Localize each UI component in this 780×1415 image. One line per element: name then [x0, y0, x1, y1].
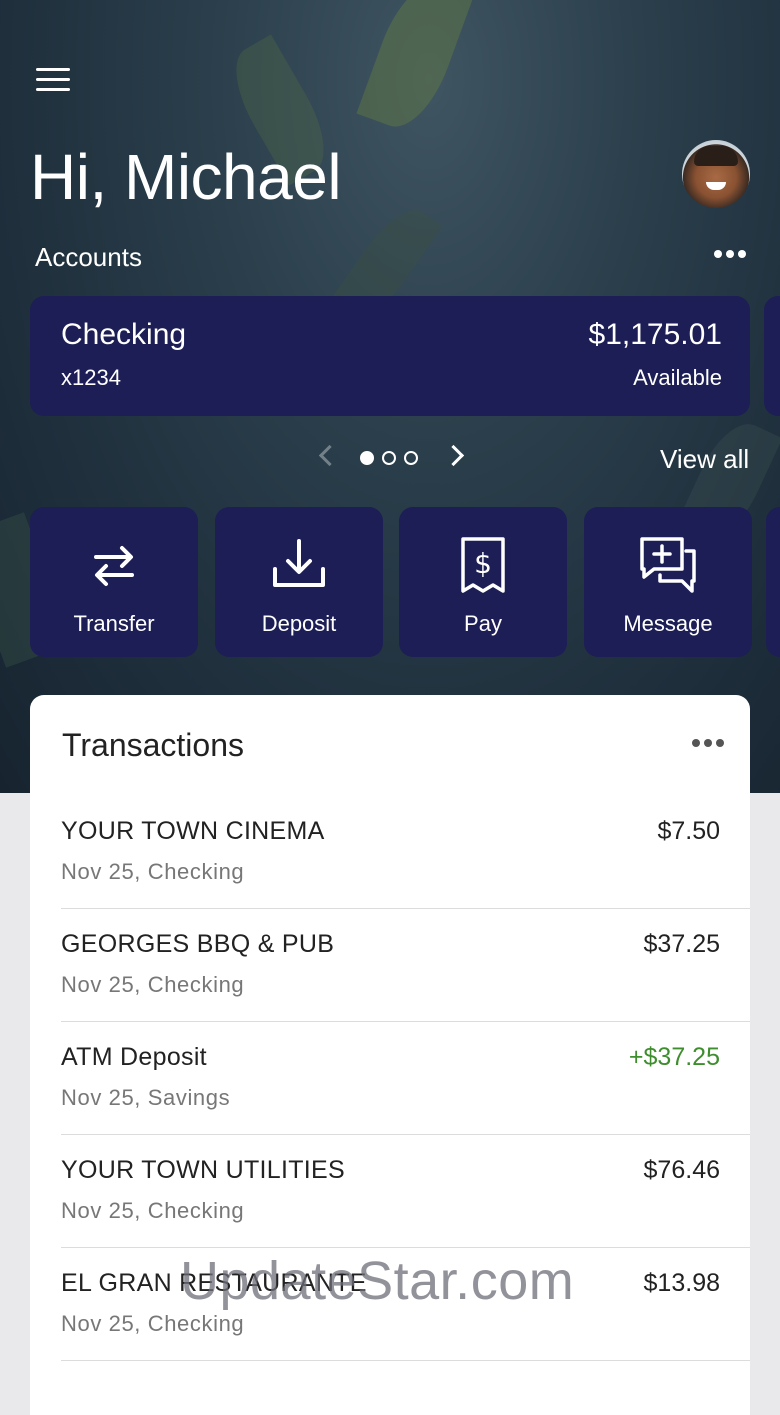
deposit-label: Deposit [261, 611, 337, 636]
account-number: x1234 [61, 365, 121, 390]
pay-label: Pay [464, 611, 502, 636]
pager-dot[interactable] [404, 451, 418, 465]
transactions-title: Transactions [62, 727, 244, 763]
avatar[interactable] [682, 140, 750, 208]
transaction-amount: $37.25 [643, 930, 720, 958]
transaction-amount: +$37.25 [628, 1043, 720, 1071]
account-pager [312, 440, 472, 476]
transaction-date-account: Nov 25, Checking [61, 1198, 245, 1223]
pager-dot[interactable] [360, 451, 374, 465]
transaction-row[interactable]: GEORGES BBQ & PUB Nov 25, Checking $37.2… [61, 908, 750, 1022]
message-button[interactable]: Message [584, 507, 752, 657]
transfer-arrows-icon [94, 546, 134, 586]
transaction-row[interactable]: YOUR TOWN UTILITIES Nov 25, Checking $76… [61, 1134, 750, 1248]
account-balance: $1,175.01 [588, 318, 722, 351]
transaction-amount: $7.50 [657, 817, 720, 845]
more-options-icon[interactable] [692, 739, 724, 747]
pay-button[interactable]: $ Pay [399, 507, 567, 657]
chevron-left-icon[interactable] [318, 444, 341, 467]
deposit-button[interactable]: Deposit [215, 507, 383, 657]
transaction-date-account: Nov 25, Checking [61, 859, 245, 884]
view-all-link[interactable]: View all [660, 444, 749, 475]
accounts-label: Accounts [35, 242, 142, 272]
greeting-title: Hi, Michael [30, 141, 342, 213]
transfer-label: Transfer [73, 611, 155, 636]
transaction-date-account: Nov 25, Savings [61, 1085, 231, 1110]
pager-dot[interactable] [382, 451, 396, 465]
transaction-name: YOUR TOWN UTILITIES [61, 1156, 345, 1184]
transaction-date-account: Nov 25, Checking [61, 1311, 245, 1336]
transaction-name: ATM Deposit [61, 1043, 207, 1071]
account-name: Checking [61, 318, 187, 351]
transaction-row[interactable]: YOUR TOWN CINEMA Nov 25, Checking $7.50 [61, 795, 750, 909]
account-card-checking[interactable]: Checking x1234 $1,175.01 Available [30, 296, 750, 416]
transaction-amount: $76.46 [643, 1156, 720, 1184]
leaf-decoration [356, 0, 474, 138]
transaction-row[interactable]: ATM Deposit Nov 25, Savings +$37.25 [61, 1021, 750, 1135]
transaction-amount: $13.98 [643, 1269, 720, 1297]
chevron-right-icon[interactable] [442, 444, 465, 467]
message-label: Message [623, 611, 713, 636]
transactions-card: Transactions YOUR TOWN CINEMA Nov 25, Ch… [30, 695, 750, 1415]
more-actions-peek[interactable] [766, 507, 780, 657]
more-options-icon[interactable] [714, 246, 748, 262]
transaction-name: YOUR TOWN CINEMA [61, 817, 325, 845]
message-plus-icon [640, 537, 696, 593]
download-tray-icon [273, 539, 325, 587]
transaction-name: GEORGES BBQ & PUB [61, 930, 335, 958]
account-balance-label: Available [633, 365, 722, 390]
transaction-row[interactable]: EL GRAN RESTAURANTE Nov 25, Checking $13… [61, 1247, 750, 1361]
dollar-receipt-icon: $ [461, 537, 505, 593]
transaction-date-account: Nov 25, Checking [61, 972, 245, 997]
transaction-name: EL GRAN RESTAURANTE [61, 1269, 367, 1297]
transfer-button[interactable]: Transfer [30, 507, 198, 657]
next-account-card[interactable] [764, 296, 780, 416]
menu-hamburger-icon[interactable] [36, 68, 70, 98]
svg-text:$: $ [474, 547, 492, 580]
